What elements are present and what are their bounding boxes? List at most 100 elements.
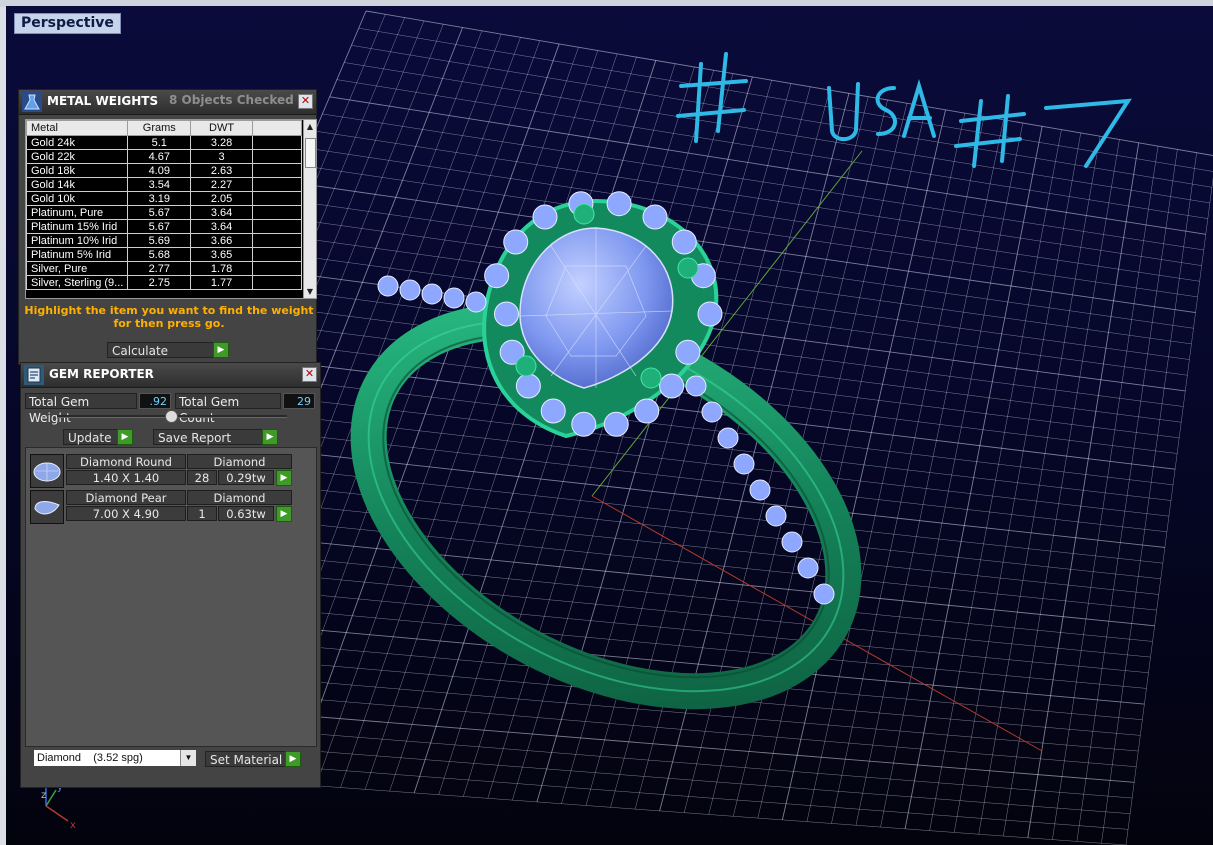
gem-size: 7.00 X 4.90 (66, 506, 186, 521)
halo-stone (540, 398, 566, 424)
ring-model[interactable] (306, 191, 907, 767)
metal-cell-metal: Gold 18k (26, 163, 129, 178)
halo-stone (659, 373, 685, 399)
metal-cell-dwt: 2.63 (190, 163, 253, 178)
grid-line (1076, 149, 1178, 842)
handwritten-annotation (676, 52, 1132, 168)
total-gem-count-value: 29 (283, 393, 315, 409)
halo-stone (603, 411, 629, 437)
table-row[interactable]: Silver, Pure 2.77 1.78 (26, 261, 303, 276)
calculate-select[interactable]: Calculate ▶ (107, 342, 229, 358)
update-go-icon[interactable]: ▶ (117, 429, 133, 445)
prong (677, 257, 699, 279)
metal-cell-blank (251, 149, 303, 164)
metal-cell-grams: 5.67 (127, 205, 192, 220)
gem-reporter-titlebar[interactable]: GEM REPORTER ✕ (21, 363, 320, 388)
gem-weight: 0.29tw (218, 470, 274, 485)
metal-column-header[interactable]: Grams (127, 120, 192, 136)
grid-line (855, 119, 1004, 826)
table-row[interactable]: Silver, Sterling (9... 2.75 1.77 (26, 275, 303, 290)
halo-stone (675, 339, 701, 365)
gem-list[interactable]: Diamond Round Diamond 1.40 X 1.40 28 0.2… (25, 447, 317, 747)
gem-select-go-icon[interactable]: ▶ (276, 470, 292, 486)
metal-cell-grams: 5.69 (127, 233, 192, 248)
metal-column-header-blank (251, 120, 303, 136)
table-row[interactable]: Gold 24k 5.1 3.28 (26, 135, 303, 150)
table-row[interactable]: Platinum 10% Irid 5.69 3.66 (26, 233, 303, 248)
scroll-thumb[interactable] (305, 138, 316, 168)
chevron-down-icon[interactable]: ▼ (180, 750, 196, 766)
gem-reporter-title: GEM REPORTER (49, 367, 154, 381)
metal-cell-grams: 2.77 (127, 261, 192, 276)
table-row[interactable]: Gold 18k 4.09 2.63 (26, 163, 303, 178)
metal-cell-blank (251, 135, 303, 150)
table-row[interactable]: Platinum 5% Irid 5.68 3.65 (26, 247, 303, 262)
grid-line (1052, 146, 1159, 840)
halo-stone (571, 411, 597, 437)
metal-cell-grams: 4.67 (127, 149, 192, 164)
grid-line (806, 113, 966, 822)
metal-cell-blank (251, 205, 303, 220)
shank-stone (443, 287, 465, 309)
grid-line (904, 126, 1043, 829)
metal-weights-titlebar[interactable]: METAL WEIGHTS 8 Objects Checked ✕ (19, 90, 316, 115)
scroll-up-icon[interactable]: ▲ (304, 120, 316, 133)
halo-stone (606, 191, 632, 217)
shank-stone (685, 375, 707, 397)
grid-line (205, 388, 1172, 501)
metal-cell-blank (251, 275, 303, 290)
metal-weights-table[interactable]: Metal Grams DWT Gold 24k 5.1 3.28 Gold 22k 4.6… (25, 119, 317, 299)
metal-column-header[interactable]: DWT (190, 120, 253, 136)
axis-z-label: z (41, 790, 46, 801)
metal-cell-grams: 2.75 (127, 275, 192, 290)
scroll-down-icon[interactable]: ▼ (304, 285, 316, 298)
metal-cell-dwt: 3.65 (190, 247, 253, 262)
halo-stone (642, 204, 668, 230)
halo-stone (697, 301, 723, 327)
gem-row-round[interactable]: Diamond Round Diamond 1.40 X 1.40 28 0.2… (30, 454, 292, 488)
metal-cell-blank (251, 177, 303, 192)
gem-select-go-icon[interactable]: ▶ (276, 506, 292, 522)
table-row[interactable]: Platinum, Pure 5.67 3.64 (26, 205, 303, 220)
update-label: Update (68, 431, 112, 445)
gem-slider-knob[interactable] (165, 410, 178, 423)
gem-material: Diamond (187, 490, 292, 505)
gem-row-pear[interactable]: Diamond Pear Diamond 7.00 X 4.90 1 0.63t… (30, 490, 292, 524)
metal-cell-metal: Platinum 5% Irid (26, 247, 129, 262)
prong (515, 355, 537, 377)
metal-cell-metal: Platinum 10% Irid (26, 233, 129, 248)
material-dropdown[interactable]: Diamond (3.52 spg) ▼ (33, 749, 197, 767)
metal-table-scrollbar[interactable]: ▲ ▼ (303, 120, 316, 298)
metal-cell-dwt: 3.64 (190, 219, 253, 234)
table-row[interactable]: Gold 14k 3.54 2.27 (26, 177, 303, 192)
shank-stone (465, 291, 487, 313)
metal-cell-dwt: 3 (190, 149, 253, 164)
halo-stone (671, 229, 697, 255)
update-button[interactable]: Update ▶ (63, 429, 133, 445)
save-report-go-icon[interactable]: ▶ (262, 429, 278, 445)
gem-weight: 0.63tw (218, 506, 274, 521)
shank-stone (765, 505, 787, 527)
metal-column-header[interactable]: Metal (26, 120, 129, 136)
total-gem-weight-label: Total Gem Weight (25, 393, 137, 425)
grid-line (1003, 139, 1120, 837)
metal-cell-grams: 5.67 (127, 219, 192, 234)
metal-weights-close-icon[interactable]: ✕ (298, 94, 313, 109)
table-row[interactable]: Platinum 15% Irid 5.67 3.64 (26, 219, 303, 234)
material-dropdown-value: Diamond (3.52 spg) (37, 752, 143, 764)
metal-cell-metal: Gold 10k (26, 191, 129, 206)
objects-checked-label: 8 Objects Checked (169, 93, 294, 107)
gem-reporter-close-icon[interactable]: ✕ (302, 367, 317, 382)
metal-cell-blank (251, 163, 303, 178)
set-material-button[interactable]: Set Material ▶ (205, 751, 301, 767)
set-material-go-icon[interactable]: ▶ (285, 751, 301, 767)
axis-gizmo: x y z (41, 782, 76, 831)
viewport-title[interactable]: Perspective (14, 13, 121, 34)
metal-cell-metal: Silver, Sterling (9... (26, 275, 129, 290)
table-row[interactable]: Gold 10k 3.19 2.05 (26, 191, 303, 206)
calculate-go-button[interactable]: ▶ (213, 342, 229, 358)
save-report-button[interactable]: Save Report ▶ (153, 429, 278, 445)
shank-stone (377, 275, 399, 297)
metal-cell-grams: 5.68 (127, 247, 192, 262)
table-row[interactable]: Gold 22k 4.67 3 (26, 149, 303, 164)
